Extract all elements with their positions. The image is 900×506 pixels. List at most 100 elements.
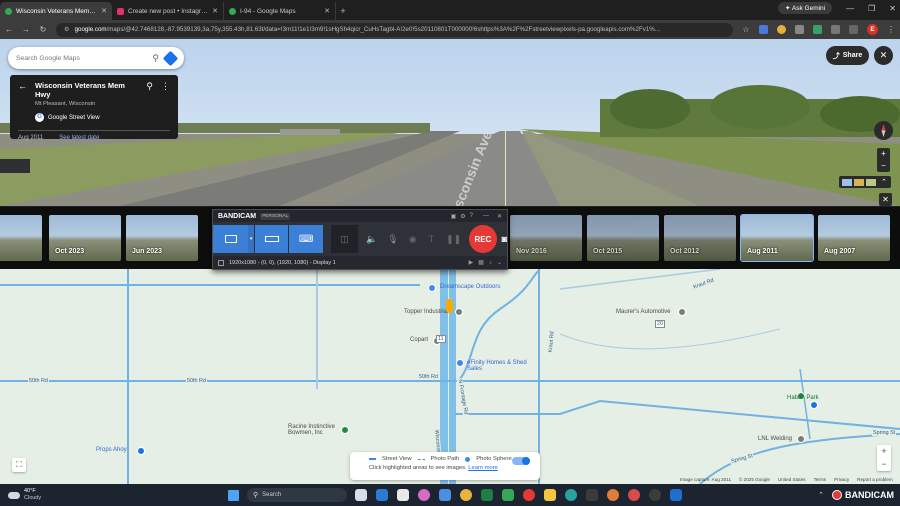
timeline-toggle[interactable]: ⌃ bbox=[839, 176, 891, 188]
rec-button[interactable]: REC bbox=[469, 225, 497, 253]
chrome-icon[interactable] bbox=[777, 25, 786, 34]
zoom-out-button[interactable]: − bbox=[877, 160, 890, 172]
pegman-icon[interactable] bbox=[446, 299, 453, 313]
tab-wisconsin[interactable]: Wisconsin Veterans Mem Hwy ✕ bbox=[0, 2, 112, 20]
extension-icon[interactable] bbox=[795, 25, 804, 34]
chrome-icon[interactable] bbox=[628, 489, 640, 501]
learn-more-link[interactable]: Learn more bbox=[468, 465, 498, 471]
close-tab-icon[interactable]: ✕ bbox=[212, 7, 218, 15]
taskbar-search[interactable]: ⚲ Search bbox=[247, 488, 347, 502]
zoom-out-button[interactable]: − bbox=[877, 458, 891, 471]
search-input[interactable] bbox=[16, 54, 147, 62]
microsoft-store-icon[interactable] bbox=[397, 489, 409, 501]
image-icon[interactable]: ▦ bbox=[478, 259, 484, 266]
video-icon[interactable]: ▶ bbox=[469, 259, 474, 266]
place-label[interactable]: Racine Instinctive Bowmen, Inc bbox=[288, 424, 348, 436]
bandicam-record-icon[interactable] bbox=[523, 489, 535, 501]
settings-icon[interactable]: ⚙ bbox=[460, 213, 465, 220]
maps-search-box[interactable]: ⚲ bbox=[8, 47, 184, 69]
defender-icon[interactable] bbox=[670, 489, 682, 501]
minimize-button[interactable]: — bbox=[846, 4, 854, 13]
menu-kebab-icon[interactable]: ⋮ bbox=[887, 25, 895, 34]
tray-chevron-icon[interactable]: ⌃ bbox=[818, 491, 824, 499]
mouse-cursor-icon[interactable]: ◉ bbox=[409, 234, 417, 245]
microphone-off-icon[interactable]: 🎙 bbox=[387, 234, 398, 245]
forward-icon[interactable]: → bbox=[22, 25, 30, 34]
folder-icon[interactable]: ▣ bbox=[451, 213, 457, 220]
extensions-puzzle-icon[interactable] bbox=[831, 25, 840, 34]
windows-start-icon[interactable] bbox=[228, 489, 239, 501]
zoom-in-button[interactable]: + bbox=[877, 445, 891, 458]
parking-icon[interactable] bbox=[810, 401, 818, 409]
timeline-thumbnail-selected[interactable]: Aug 2011 bbox=[740, 214, 814, 262]
screenshot-camera-icon[interactable]: ◙ bbox=[502, 234, 507, 244]
place-label[interactable]: LNL Welding bbox=[758, 436, 792, 442]
footer-link[interactable]: Report a problem bbox=[857, 477, 893, 482]
compass-icon[interactable] bbox=[874, 121, 893, 140]
extension-icon[interactable] bbox=[759, 25, 768, 34]
directions-icon[interactable] bbox=[162, 50, 179, 66]
extension-icon[interactable] bbox=[813, 25, 822, 34]
task-view-icon[interactable] bbox=[355, 489, 367, 501]
close-timeline-button[interactable]: ✕ bbox=[879, 193, 892, 206]
place-label[interactable]: Copart bbox=[410, 337, 428, 343]
location-pin-icon[interactable]: ⚲ bbox=[146, 81, 153, 92]
vs-code-icon[interactable] bbox=[376, 489, 388, 501]
audio-icon[interactable]: ♪ bbox=[489, 260, 492, 266]
expand-icon[interactable]: ⌄ bbox=[497, 259, 502, 266]
maximize-button[interactable]: ❐ bbox=[868, 4, 875, 13]
place-icon[interactable] bbox=[678, 308, 686, 316]
street-view-toggle[interactable] bbox=[512, 457, 530, 465]
footer-link[interactable]: Privacy bbox=[834, 477, 849, 482]
bandicam-tray[interactable]: BANDICAM bbox=[832, 490, 894, 500]
place-icon[interactable] bbox=[428, 284, 436, 292]
weather-widget[interactable]: 40°F Cloudy bbox=[0, 488, 220, 502]
sheets-icon[interactable] bbox=[502, 489, 514, 501]
hdmi-mode-button[interactable] bbox=[255, 225, 289, 253]
new-tab-button[interactable]: + bbox=[336, 2, 350, 20]
footer-text[interactable]: United States bbox=[778, 477, 806, 482]
profile-avatar[interactable]: E bbox=[867, 24, 878, 35]
close-button[interactable]: ✕ bbox=[497, 213, 502, 220]
place-icon[interactable] bbox=[456, 359, 464, 367]
place-icon[interactable] bbox=[797, 435, 805, 443]
folder-icon[interactable] bbox=[544, 489, 556, 501]
edge-icon[interactable] bbox=[565, 489, 577, 501]
address-bar[interactable]: ⚙ google.com/maps/@42.7468128,-87.953913… bbox=[56, 22, 733, 37]
bookmark-star-icon[interactable]: ☆ bbox=[742, 25, 750, 34]
footer-link[interactable]: Terms bbox=[814, 477, 827, 482]
zoom-in-button[interactable]: + bbox=[877, 148, 890, 160]
terminal-icon[interactable] bbox=[586, 489, 598, 501]
webcam-button[interactable]: ◫ bbox=[330, 225, 359, 253]
place-label[interactable]: Props Ahoy bbox=[96, 447, 127, 453]
speaker-icon[interactable]: 🔈 bbox=[366, 234, 377, 245]
timeline-thumbnail[interactable]: Oct 2012 bbox=[664, 215, 736, 261]
site-info-icon[interactable]: ⚙ bbox=[64, 26, 70, 33]
tab-instagram[interactable]: Create new post • Instagram ✕ bbox=[112, 2, 224, 20]
search-icon[interactable]: ⚲ bbox=[152, 53, 159, 64]
more-options-icon[interactable]: ⋮ bbox=[161, 81, 170, 92]
close-street-view-button[interactable]: ✕ bbox=[874, 46, 893, 65]
share-button[interactable]: ⤴ Share bbox=[826, 46, 869, 65]
timeline-thumbnail[interactable]: 4 bbox=[0, 215, 42, 261]
fullscreen-button[interactable]: ⛶ bbox=[12, 458, 26, 472]
back-icon[interactable]: ← bbox=[5, 25, 13, 34]
timeline-thumbnail[interactable]: Jun 2023 bbox=[126, 215, 198, 261]
game-mode-button[interactable]: ⌨ bbox=[289, 225, 323, 253]
timeline-thumbnail[interactable]: Oct 2023 bbox=[49, 215, 121, 261]
place-label[interactable]: Topper Industrial bbox=[404, 309, 448, 315]
help-icon[interactable]: ? bbox=[470, 213, 473, 219]
see-latest-date-link[interactable]: See latest date bbox=[59, 135, 99, 141]
tab-i94[interactable]: I-94 - Google Maps ✕ bbox=[224, 2, 336, 20]
copilot-icon[interactable] bbox=[418, 489, 430, 501]
close-tab-icon[interactable]: ✕ bbox=[101, 7, 107, 15]
chrome-icon[interactable] bbox=[460, 489, 472, 501]
back-arrow-icon[interactable]: ← bbox=[18, 81, 27, 91]
close-tab-icon[interactable]: ✕ bbox=[324, 7, 330, 15]
place-label[interactable]: eFinity Homes & Shed Sales bbox=[467, 360, 527, 372]
collapse-icon[interactable]: ⌃ bbox=[881, 178, 887, 186]
text-overlay-icon[interactable]: T bbox=[429, 234, 435, 244]
timeline-thumbnail[interactable]: Nov 2016 bbox=[510, 215, 582, 261]
minimize-button[interactable]: — bbox=[483, 213, 489, 219]
pause-icon[interactable]: ❚❚ bbox=[446, 234, 461, 245]
